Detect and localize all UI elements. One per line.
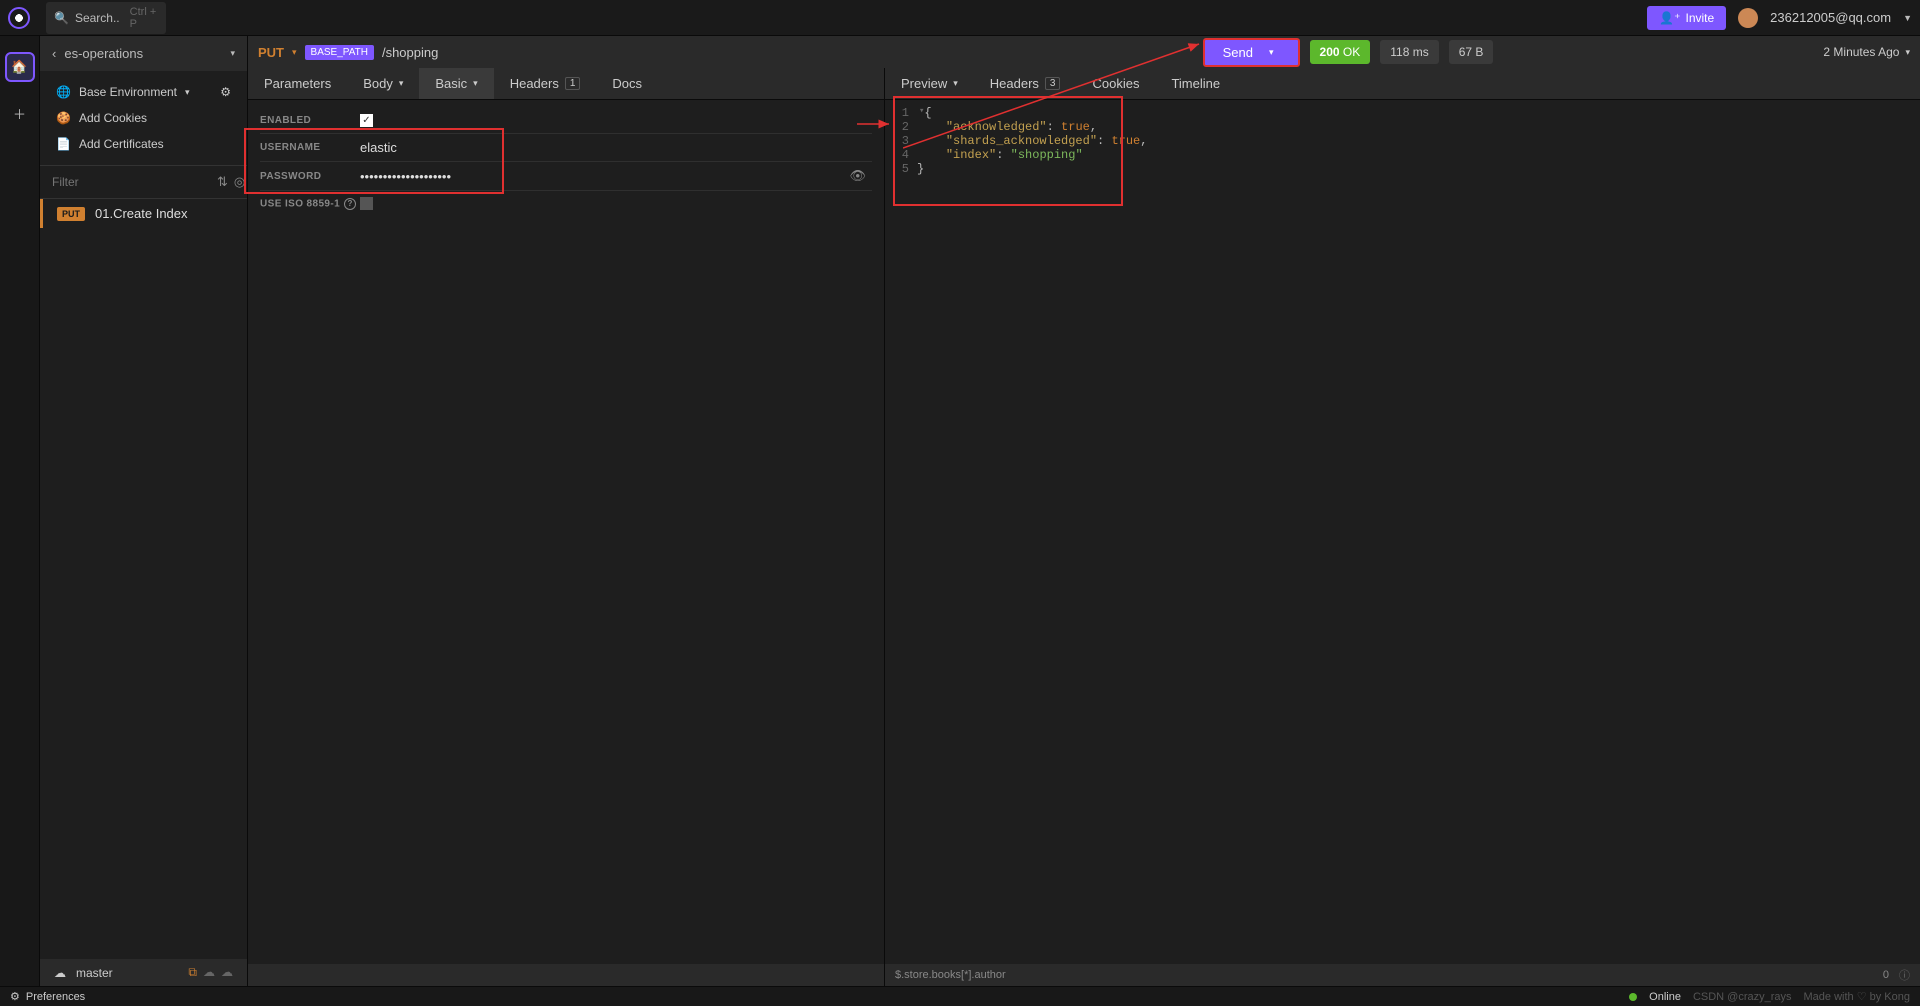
tab-parameters[interactable]: Parameters	[248, 68, 347, 99]
tab-res-headers[interactable]: Headers3	[974, 68, 1077, 99]
activity-rail: 🏠 ＋	[0, 36, 40, 986]
search-hint: Ctrl + P	[130, 6, 158, 30]
size-badge: 67 B	[1449, 40, 1494, 64]
jsonpath-input[interactable]: $.store.books[*].author	[895, 969, 1006, 981]
collection-header[interactable]: ‹ es-operations ▾	[40, 36, 247, 71]
status-badge: 200 OK	[1310, 40, 1371, 64]
help-icon[interactable]: ?	[344, 198, 356, 210]
add-cookies-button[interactable]: 🍪 Add Cookies	[40, 105, 247, 131]
tab-body[interactable]: Body▾	[347, 68, 419, 99]
request-bar: PUT ▾ BASE_PATH /shopping Send ▾ 200 OK …	[248, 36, 1920, 68]
filter-row: ⇅ ◎	[40, 165, 247, 199]
chevron-down-icon[interactable]: ▼	[1903, 13, 1912, 23]
statusbar: ⚙ Preferences Online CSDN @crazy_rays Ma…	[0, 986, 1920, 1006]
username-field[interactable]: elastic	[360, 140, 397, 155]
cloud-icon: ☁	[54, 966, 66, 980]
watermark: CSDN @crazy_rays	[1693, 991, 1792, 1003]
chevron-down-icon[interactable]: ▾	[292, 47, 297, 58]
work-area: PUT ▾ BASE_PATH /shopping Send ▾ 200 OK …	[248, 36, 1920, 986]
add-certificates-label: Add Certificates	[79, 137, 164, 151]
chevron-down-icon[interactable]: ▾	[1269, 47, 1274, 58]
basepath-chip[interactable]: BASE_PATH	[305, 45, 374, 60]
search-icon: 🔍	[54, 11, 69, 25]
request-tabs: Parameters Body▾ Basic▾ Headers1 Docs	[248, 68, 884, 100]
add-certificates-button[interactable]: 📄 Add Certificates	[40, 131, 247, 157]
preferences-button[interactable]: Preferences	[26, 991, 85, 1003]
globe-icon: 🌐	[56, 85, 71, 99]
sidebar: ‹ es-operations ▾ 🌐 Base Environment ▾ ⚙…	[40, 36, 248, 986]
collection-name: es-operations	[64, 46, 222, 61]
search-input[interactable]: 🔍 Search.. Ctrl + P	[46, 2, 166, 34]
chevron-down-icon[interactable]: ▾	[185, 87, 190, 98]
tab-timeline[interactable]: Timeline	[1155, 68, 1236, 99]
gear-icon[interactable]: ⚙	[10, 990, 20, 1003]
credit: Made with ♡ by Kong	[1804, 990, 1910, 1003]
request-name: 01.Create Index	[95, 206, 188, 221]
enabled-label: ENABLED	[260, 115, 360, 126]
tab-cookies[interactable]: Cookies	[1076, 68, 1155, 99]
online-label: Online	[1649, 991, 1681, 1003]
request-pane: Parameters Body▾ Basic▾ Headers1 Docs EN…	[248, 68, 885, 986]
app-logo-icon[interactable]	[8, 7, 30, 29]
add-cookies-label: Add Cookies	[79, 111, 147, 125]
response-tabs: Preview▾ Headers3 Cookies Timeline	[885, 68, 1920, 100]
git-footer[interactable]: ☁ master ⧉ ☁ ☁	[40, 959, 247, 986]
titlebar: 🔍 Search.. Ctrl + P 👤⁺ Invite 236212005@…	[0, 0, 1920, 36]
invite-label: Invite	[1685, 11, 1714, 25]
cookie-icon: 🍪	[56, 111, 71, 125]
time-badge: 118 ms	[1380, 40, 1438, 64]
match-count: 0	[1883, 969, 1889, 981]
sync-warning-icon[interactable]: ⧉	[188, 965, 197, 980]
username-label: USERNAME	[260, 142, 360, 153]
user-email[interactable]: 236212005@qq.com	[1770, 10, 1891, 25]
env-row[interactable]: 🌐 Base Environment ▾ ⚙	[40, 79, 247, 105]
home-icon[interactable]: 🏠	[5, 52, 35, 82]
avatar[interactable]	[1738, 8, 1758, 28]
target-icon[interactable]: ◎	[234, 174, 245, 190]
eye-icon[interactable]: 👁	[849, 168, 866, 184]
tab-docs[interactable]: Docs	[596, 68, 658, 99]
request-footer	[248, 964, 884, 986]
info-icon[interactable]: ⓘ	[1899, 967, 1910, 983]
chevron-down-icon[interactable]: ▾	[230, 48, 235, 59]
auth-form: ENABLED ✓ USERNAME elastic PASSWORD ••••…	[248, 100, 884, 224]
method-badge: PUT	[57, 207, 85, 221]
invite-button[interactable]: 👤⁺ Invite	[1647, 6, 1726, 30]
tab-auth[interactable]: Basic▾	[419, 68, 493, 99]
send-button[interactable]: Send ▾	[1203, 38, 1300, 67]
gear-icon[interactable]: ⚙	[220, 85, 231, 99]
chevron-left-icon[interactable]: ‹	[52, 46, 56, 61]
iso-label: USE ISO 8859-1?	[260, 198, 360, 210]
password-field[interactable]: ••••••••••••••••••••	[360, 169, 451, 184]
response-footer: $.store.books[*].author 0 ⓘ	[885, 964, 1920, 986]
sidebar-item-create-index[interactable]: PUT 01.Create Index	[40, 199, 247, 228]
add-user-icon: 👤⁺	[1659, 11, 1680, 25]
env-name: Base Environment	[79, 85, 177, 99]
add-icon[interactable]: ＋	[5, 98, 35, 128]
url-path[interactable]: /shopping	[382, 45, 438, 60]
cloud-up-icon[interactable]: ☁	[221, 965, 233, 980]
send-label: Send	[1223, 45, 1253, 60]
enabled-checkbox[interactable]: ✓	[360, 114, 373, 127]
response-pane: Preview▾ Headers3 Cookies Timeline 1▾{ 2…	[885, 68, 1920, 986]
sort-icon[interactable]: ⇅	[217, 174, 228, 190]
online-indicator-icon	[1629, 993, 1637, 1001]
filter-input[interactable]	[48, 172, 211, 192]
response-body[interactable]: 1▾{ 2 "acknowledged": true, 3 "shards_ac…	[885, 100, 1920, 182]
file-icon: 📄	[56, 137, 71, 151]
git-branch: master	[76, 966, 113, 980]
iso-checkbox[interactable]	[360, 197, 373, 210]
cloud-down-icon[interactable]: ☁	[203, 965, 215, 980]
chevron-down-icon[interactable]: ▾	[1905, 47, 1910, 58]
tab-preview[interactable]: Preview▾	[885, 68, 974, 99]
http-method[interactable]: PUT	[258, 45, 284, 60]
timestamp[interactable]: 2 Minutes Ago ▾	[1823, 45, 1910, 59]
search-placeholder: Search..	[75, 11, 120, 25]
password-label: PASSWORD	[260, 171, 360, 182]
tab-headers[interactable]: Headers1	[494, 68, 597, 99]
